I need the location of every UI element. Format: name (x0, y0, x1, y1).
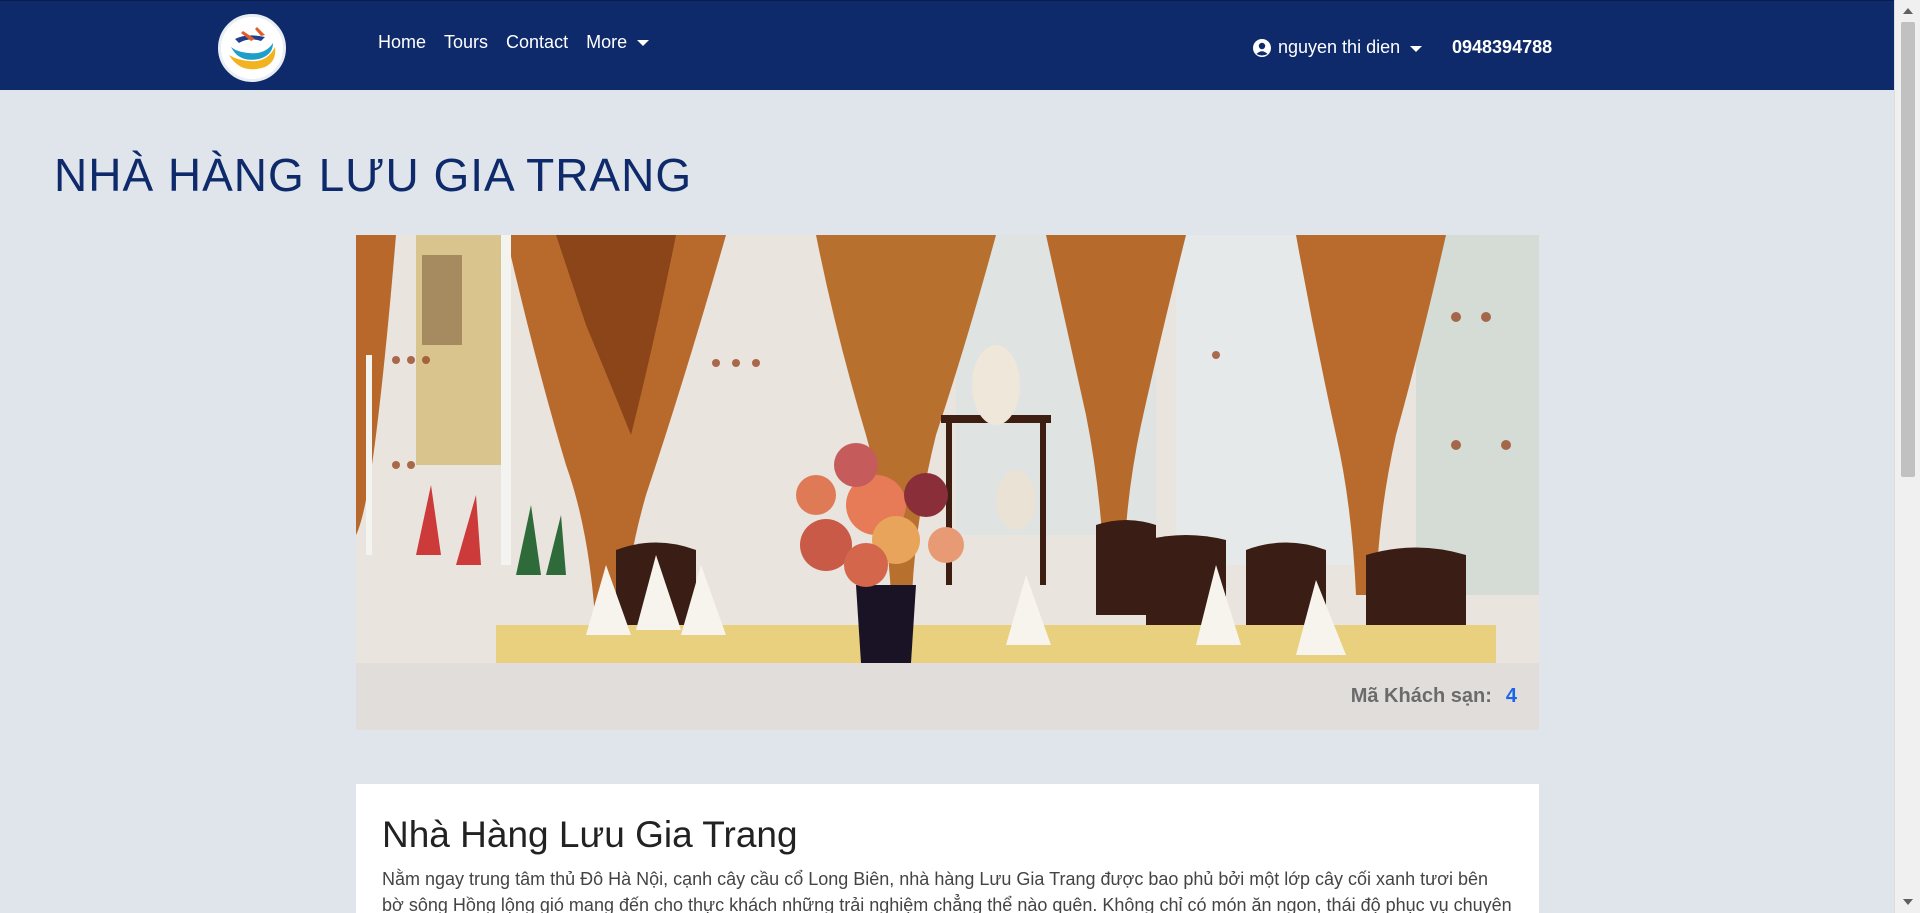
page-title: NHÀ HÀNG LƯU GIA TRANG (54, 149, 693, 201)
scroll-up-icon[interactable] (1903, 8, 1913, 14)
description-heading: Nhà Hàng Lưu Gia Trang (382, 814, 798, 855)
description-card: Nhà Hàng Lưu Gia Trang Nằm ngay trung tâ… (356, 784, 1539, 913)
nav-more-label: More (586, 32, 628, 52)
scrollbar[interactable] (1894, 0, 1920, 913)
navbar: Home Tours Contact More nguyen thi dien … (0, 0, 1894, 90)
nav-links: Home Tours Contact More (378, 31, 650, 53)
page: Home Tours Contact More nguyen thi dien … (0, 0, 1894, 913)
hero-image (356, 235, 1539, 663)
travel-logo-icon (223, 19, 281, 77)
nav-link-more[interactable]: More (586, 31, 650, 53)
user-circle-icon (1253, 38, 1271, 57)
description-text: Nằm ngay trung tâm thủ Đô Hà Nội, cạnh c… (382, 869, 1512, 913)
nav-link-contact[interactable]: Contact (506, 31, 568, 53)
caret-down-icon (1410, 45, 1423, 52)
phone-number: 0948394788 (1452, 37, 1553, 57)
nav-link-tours[interactable]: Tours (444, 31, 488, 53)
user-menu[interactable]: nguyen thi dien (1252, 37, 1423, 58)
caret-down-icon (637, 40, 650, 46)
logo[interactable] (218, 14, 286, 82)
hotel-code-bar: Mã Khách sạn: 4 (356, 663, 1539, 730)
user-name: nguyen thi dien (1278, 37, 1401, 57)
hotel-code-value: 4 (1505, 685, 1517, 707)
scroll-down-icon[interactable] (1903, 899, 1913, 905)
nav-link-home[interactable]: Home (378, 31, 426, 53)
hotel-code-label: Mã Khách sạn: (1350, 685, 1492, 707)
scroll-thumb[interactable] (1901, 22, 1915, 477)
